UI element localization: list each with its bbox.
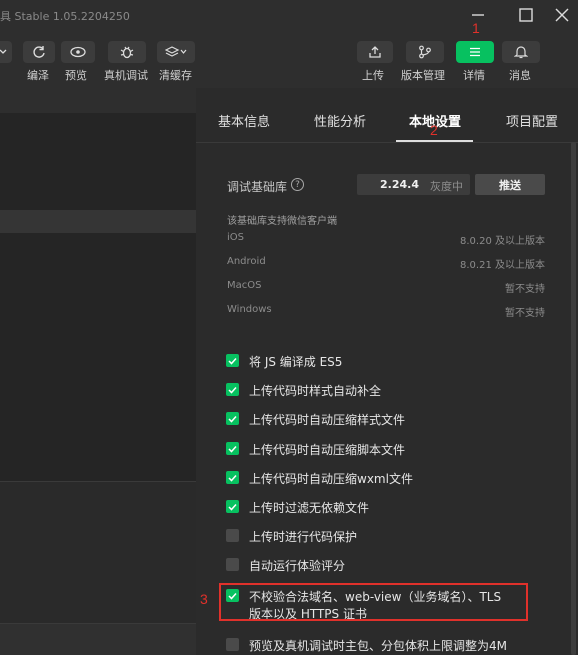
support-value: 8.0.20 及以上版本 bbox=[460, 236, 545, 247]
clear-cache-label: 清缓存 bbox=[159, 69, 192, 82]
option-label: 自动运行体验评分 bbox=[249, 559, 346, 573]
option-auto-audit[interactable]: 自动运行体验评分 bbox=[226, 556, 546, 574]
preview-button[interactable] bbox=[61, 41, 95, 63]
support-row: MacOS 暂不支持 bbox=[227, 280, 545, 295]
mode-dropdown-button[interactable] bbox=[0, 41, 12, 63]
support-value: 暂不支持 bbox=[505, 284, 545, 295]
checkbox-checked[interactable] bbox=[226, 471, 239, 484]
support-platform: Android bbox=[227, 256, 266, 267]
option-code-protect[interactable]: 上传时进行代码保护 bbox=[226, 527, 546, 545]
version-mgmt-label: 版本管理 bbox=[401, 69, 445, 82]
checkmark-icon bbox=[228, 445, 237, 453]
active-tab-indicator bbox=[396, 140, 473, 142]
title-bar: 具 Stable 1.05.2204250 bbox=[0, 0, 578, 32]
window-title: 具 Stable 1.05.2204250 bbox=[0, 10, 130, 23]
layers-icon bbox=[165, 46, 187, 57]
checkmark-icon bbox=[228, 386, 237, 394]
toolbar: 编泽 预览 真机调试 清缓存 上传 版本管理 详情 消息 bbox=[0, 32, 578, 88]
checkbox-checked[interactable] bbox=[226, 354, 239, 367]
clear-cache-button[interactable] bbox=[157, 41, 195, 63]
eye-icon bbox=[70, 46, 86, 58]
annotation-1: 1 bbox=[472, 20, 480, 36]
branch-icon bbox=[419, 45, 431, 59]
support-platform: iOS bbox=[227, 232, 244, 243]
compile-label: 编泽 bbox=[27, 69, 49, 82]
compile-button[interactable] bbox=[23, 41, 55, 63]
option-label: 上传代码时自动压缩样式文件 bbox=[249, 413, 406, 427]
checkbox-unchecked[interactable] bbox=[226, 558, 239, 571]
checkmark-icon bbox=[228, 503, 237, 511]
maximize-icon bbox=[519, 8, 533, 22]
bottom-bar bbox=[0, 623, 196, 655]
close-icon bbox=[555, 8, 569, 22]
option-label: 上传代码时自动压缩脚本文件 bbox=[249, 443, 406, 457]
details-label: 详情 bbox=[463, 69, 485, 82]
support-platform: Windows bbox=[227, 304, 272, 315]
push-button[interactable]: 推送 bbox=[475, 174, 545, 195]
checkbox-unchecked[interactable] bbox=[226, 638, 239, 651]
checkbox-checked[interactable] bbox=[226, 500, 239, 513]
scrollbar[interactable] bbox=[571, 142, 576, 655]
option-es5[interactable]: 将 JS 编译成 ES5 bbox=[226, 352, 546, 370]
option-label: 上传时过滤无依赖文件 bbox=[249, 501, 370, 515]
option-minify-style[interactable]: 上传代码时自动压缩样式文件 bbox=[226, 410, 546, 428]
support-value: 暂不支持 bbox=[505, 308, 545, 319]
lib-version-select[interactable]: 2.24.4 灰度中 bbox=[357, 174, 470, 195]
upload-button[interactable] bbox=[357, 41, 393, 63]
option-label: 上传代码时自动压缩wxml文件 bbox=[249, 472, 413, 486]
upload-icon bbox=[369, 46, 381, 58]
support-row: Android 8.0.21 及以上版本 bbox=[227, 256, 545, 271]
chevron-down-icon bbox=[0, 49, 7, 54]
checkmark-icon bbox=[228, 357, 237, 365]
messages-label: 消息 bbox=[509, 69, 531, 82]
option-label: 将 JS 编译成 ES5 bbox=[249, 355, 343, 369]
messages-button[interactable] bbox=[502, 41, 540, 63]
remote-debug-label: 真机调试 bbox=[104, 69, 148, 82]
support-value: 8.0.21 及以上版本 bbox=[460, 260, 545, 271]
selected-row bbox=[0, 210, 196, 233]
annotation-2: 2 bbox=[430, 122, 438, 138]
help-icon[interactable]: ? bbox=[291, 178, 304, 191]
preview-label: 预览 bbox=[65, 69, 87, 82]
annotation-highlight bbox=[219, 583, 528, 621]
option-label: 上传代码时样式自动补全 bbox=[249, 384, 382, 398]
annotation-3: 3 bbox=[200, 591, 208, 607]
option-label: 上传时进行代码保护 bbox=[249, 530, 358, 544]
tab-basic-info[interactable]: 基本信息 bbox=[218, 111, 270, 130]
remote-debug-button[interactable] bbox=[108, 41, 146, 63]
simulator-panel bbox=[0, 88, 196, 655]
close-button[interactable] bbox=[548, 2, 576, 28]
details-button[interactable] bbox=[456, 41, 494, 63]
tab-project-config[interactable]: 项目配置 bbox=[506, 111, 558, 130]
menu-icon bbox=[470, 47, 480, 57]
checkmark-icon bbox=[228, 415, 237, 423]
option-filter-unused[interactable]: 上传时过滤无依赖文件 bbox=[226, 498, 546, 516]
simulator-header bbox=[0, 88, 196, 113]
checkbox-checked[interactable] bbox=[226, 412, 239, 425]
support-row: Windows 暂不支持 bbox=[227, 304, 545, 319]
option-style-autocomplete[interactable]: 上传代码时样式自动补全 bbox=[226, 381, 546, 399]
support-title: 该基础库支持微信客户端 bbox=[227, 216, 337, 227]
support-platform: MacOS bbox=[227, 280, 262, 291]
lib-usage-value: 灰度中 bbox=[430, 180, 463, 193]
checkbox-checked[interactable] bbox=[226, 383, 239, 396]
checkbox-unchecked[interactable] bbox=[226, 529, 239, 542]
upload-label: 上传 bbox=[362, 69, 384, 82]
option-size-limit[interactable]: 预览及真机调试时主包、分包体积上限调整为4M bbox=[226, 636, 546, 654]
refresh-icon bbox=[33, 46, 45, 58]
lib-version-value: 2.24.4 bbox=[380, 178, 419, 191]
lib-label: 调试基础库 bbox=[227, 180, 288, 194]
maximize-button[interactable] bbox=[512, 2, 540, 28]
bug-icon bbox=[120, 46, 134, 59]
tabs-divider bbox=[196, 142, 578, 143]
checkmark-icon bbox=[228, 474, 237, 482]
option-minify-wxml[interactable]: 上传代码时自动压缩wxml文件 bbox=[226, 469, 546, 487]
option-label: 预览及真机调试时主包、分包体积上限调整为4M bbox=[249, 639, 507, 653]
support-row: iOS 8.0.20 及以上版本 bbox=[227, 232, 545, 247]
tab-performance[interactable]: 性能分析 bbox=[314, 111, 366, 130]
checkbox-checked[interactable] bbox=[226, 442, 239, 455]
version-mgmt-button[interactable] bbox=[406, 41, 444, 63]
option-minify-script[interactable]: 上传代码时自动压缩脚本文件 bbox=[226, 440, 546, 458]
bell-icon bbox=[514, 46, 528, 59]
